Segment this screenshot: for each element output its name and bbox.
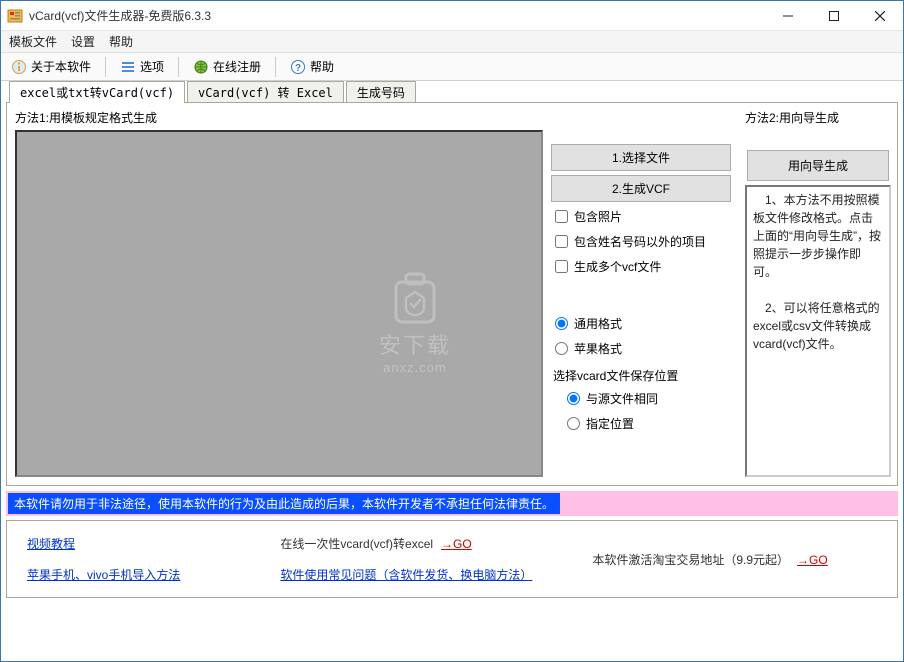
label-online-convert: 在线一次性vcard(vcf)转excel — [280, 537, 433, 551]
toolbar-about-label: 关于本软件 — [31, 58, 91, 75]
toolbar-help-label: 帮助 — [310, 58, 334, 75]
wizard-button[interactable]: 用向导生成 — [747, 150, 889, 181]
toolbar-about[interactable]: 关于本软件 — [5, 56, 97, 77]
window-title: vCard(vcf)文件生成器-免费版6.3.3 — [29, 7, 765, 24]
menu-help[interactable]: 帮助 — [109, 33, 133, 50]
radio-save-spec[interactable]: 指定位置 — [551, 413, 731, 434]
link-apple-vivo[interactable]: 苹果手机、vivo手机导入方法 — [27, 566, 180, 583]
radio-input[interactable] — [555, 342, 568, 355]
tabstrip: excel或txt转vCard(vcf) vCard(vcf) 转 Excel … — [1, 81, 903, 103]
toolbar-separator — [275, 57, 276, 77]
help-icon: ? — [290, 59, 306, 75]
disclaimer-text: 本软件请勿用于非法途径，使用本软件的行为及由此造成的后果，本软件开发者不承担任何… — [8, 493, 560, 514]
tab-gen-number[interactable]: 生成号码 — [346, 81, 416, 103]
method1-pane: 方法1:用模板规定格式生成 安下载 anxz.com 1.选择文件 2.生成VC… — [7, 103, 739, 485]
toolbar-options-label: 选项 — [140, 58, 164, 75]
menu-settings[interactable]: 设置 — [71, 33, 95, 50]
radio-input[interactable] — [555, 317, 568, 330]
method2-pane: 方法2:用向导生成 用向导生成 1、本方法不用按照模板文件修改格式。点击上面的“… — [739, 103, 897, 485]
info-icon — [11, 59, 27, 75]
close-button[interactable] — [857, 1, 903, 31]
globe-icon — [193, 59, 209, 75]
row-online-convert: 在线一次性vcard(vcf)转excel →GO — [280, 535, 532, 552]
list-icon — [120, 59, 136, 75]
titlebar: vCard(vcf)文件生成器-免费版6.3.3 — [1, 1, 903, 31]
toolbar: 关于本软件 选项 在线注册 ? 帮助 — [1, 53, 903, 81]
radio-save-same[interactable]: 与源文件相同 — [551, 388, 731, 409]
label-taobao: 本软件激活淘宝交易地址（9.9元起） — [592, 553, 789, 567]
toolbar-separator — [105, 57, 106, 77]
toolbar-register-label: 在线注册 — [213, 58, 261, 75]
row-taobao: 本软件激活淘宝交易地址（9.9元起） →GO — [592, 551, 827, 568]
toolbar-separator — [178, 57, 179, 77]
menubar: 模板文件 设置 帮助 — [1, 31, 903, 53]
controls-column: 1.选择文件 2.生成VCF 包含照片 包含姓名号码以外的项目 生成多个vcf文… — [551, 130, 731, 477]
tab-panel: 方法1:用模板规定格式生成 安下载 anxz.com 1.选择文件 2.生成VC… — [6, 102, 898, 486]
radio-format-apple[interactable]: 苹果格式 — [551, 338, 731, 359]
toolbar-options[interactable]: 选项 — [114, 56, 170, 77]
minimize-button[interactable] — [765, 1, 811, 31]
radio-format-common[interactable]: 通用格式 — [551, 313, 731, 334]
toolbar-help[interactable]: ? 帮助 — [284, 56, 340, 77]
preview-area: 安下载 anxz.com — [15, 130, 543, 477]
maximize-button[interactable] — [811, 1, 857, 31]
link-online-convert-go[interactable]: →GO — [441, 537, 472, 551]
select-file-button[interactable]: 1.选择文件 — [551, 144, 731, 171]
checkbox-multi-vcf[interactable]: 生成多个vcf文件 — [551, 256, 731, 277]
svg-text:?: ? — [295, 63, 301, 74]
menu-template[interactable]: 模板文件 — [9, 33, 57, 50]
radio-input[interactable] — [567, 417, 580, 430]
tab-vcard-to-excel[interactable]: vCard(vcf) 转 Excel — [187, 81, 344, 103]
disclaimer-band: 本软件请勿用于非法途径，使用本软件的行为及由此造成的后果，本软件开发者不承担任何… — [6, 491, 898, 516]
link-faq[interactable]: 软件使用常见问题（含软件发货、换电脑方法） — [280, 566, 532, 583]
save-location-label: 选择vcard文件保存位置 — [551, 363, 731, 384]
generate-vcf-button[interactable]: 2.生成VCF — [551, 175, 731, 202]
method1-label: 方法1:用模板规定格式生成 — [15, 107, 731, 130]
tab-excel-to-vcard[interactable]: excel或txt转vCard(vcf) — [9, 81, 185, 103]
checkbox-input[interactable] — [555, 260, 568, 273]
link-taobao-go[interactable]: →GO — [797, 553, 828, 567]
links-panel: 视频教程 苹果手机、vivo手机导入方法 在线一次性vcard(vcf)转exc… — [6, 520, 898, 598]
radio-input[interactable] — [567, 392, 580, 405]
watermark-sub: anxz.com — [379, 360, 451, 375]
checkbox-include-photo[interactable]: 包含照片 — [551, 206, 731, 227]
watermark: 安下载 anxz.com — [379, 270, 451, 375]
checkbox-input[interactable] — [555, 210, 568, 223]
toolbar-register[interactable]: 在线注册 — [187, 56, 267, 77]
checkbox-input[interactable] — [555, 235, 568, 248]
window-controls — [765, 1, 903, 31]
method2-label: 方法2:用向导生成 — [745, 107, 891, 130]
checkbox-include-extra[interactable]: 包含姓名号码以外的项目 — [551, 231, 731, 252]
wizard-info-text: 1、本方法不用按照模板文件修改格式。点击上面的“用向导生成”，按照提示一步步操作… — [745, 185, 891, 477]
watermark-text: 安下载 — [379, 328, 451, 360]
link-video-tutorial[interactable]: 视频教程 — [27, 535, 180, 552]
app-icon — [7, 8, 23, 24]
